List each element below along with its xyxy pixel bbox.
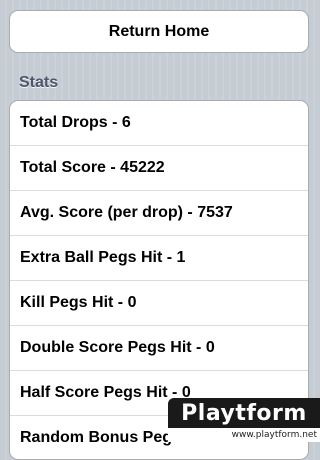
stats-section-header: Stats bbox=[19, 74, 59, 91]
stat-row-total-drops: Total Drops - 6 bbox=[10, 101, 308, 146]
watermark-logo: Playtform bbox=[181, 400, 307, 426]
watermark-url: www.playtform.net bbox=[168, 428, 320, 442]
stat-row-kill-pegs: Kill Pegs Hit - 0 bbox=[10, 281, 308, 326]
watermark: Playtform www.playtform.net bbox=[155, 398, 320, 442]
watermark-banner: Playtform bbox=[168, 398, 320, 428]
stat-row-extra-ball-pegs: Extra Ball Pegs Hit - 1 bbox=[10, 236, 308, 281]
stat-row-total-score: Total Score - 45222 bbox=[10, 146, 308, 191]
stat-row-double-score-pegs: Double Score Pegs Hit - 0 bbox=[10, 326, 308, 371]
stat-row-avg-score: Avg. Score (per drop) - 7537 bbox=[10, 191, 308, 236]
return-home-button[interactable]: Return Home bbox=[9, 10, 309, 53]
